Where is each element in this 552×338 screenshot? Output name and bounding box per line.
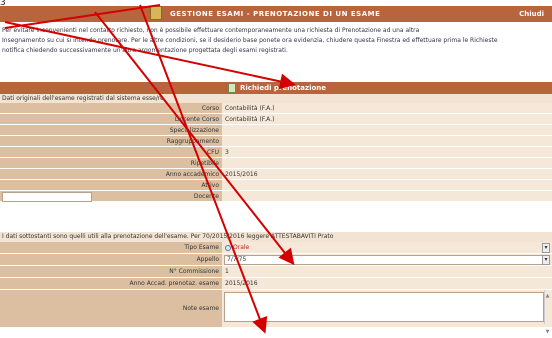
exam-label: CFU — [0, 147, 222, 157]
exam-row: Ripetibile — [0, 158, 552, 169]
request-link[interactable]: Richiedi prenotazione — [240, 84, 326, 92]
exam-label: Corso — [0, 103, 222, 113]
app-logo-icon — [150, 6, 162, 20]
note-label: Note esame — [0, 290, 222, 327]
exam-row: Attivo — [0, 180, 552, 191]
request-section-header: Richiedi prenotazione — [0, 82, 552, 94]
exam-label: Attivo — [0, 180, 222, 190]
exam-value: 3 — [222, 147, 552, 157]
form-note: I dati sottostanti sono quelli utili all… — [0, 232, 552, 242]
exam-value — [222, 180, 552, 190]
exam-row: CFU 3 — [0, 147, 552, 158]
booking-form: Tipo Esame Orale ▾ Appello 7/7/75 ▾ N° C… — [0, 242, 552, 335]
form-row-commissione: N° Commissione 1 — [0, 266, 552, 278]
exam-value: Contabilità (F.A.) — [222, 114, 552, 124]
form-row-anno: Anno Accad. prenotaz. esame 2015/2016 — [0, 278, 552, 290]
orale-radio[interactable] — [225, 244, 231, 251]
page-title: GESTIONE ESAMI - PRENOTAZIONE DI UN ESAM… — [170, 10, 381, 18]
intro-line-3: notifica chiedendo successivamente un'al… — [2, 47, 288, 54]
appello-select[interactable]: 7/7/75 — [224, 255, 544, 265]
commissione-value: 1 — [222, 266, 552, 277]
tipo-esame-label: Tipo Esame — [0, 242, 222, 253]
appello-value: 7/7/75 ▾ — [222, 254, 552, 265]
exam-value — [222, 136, 552, 146]
exam-label: Anno accademico — [0, 169, 222, 179]
exam-row: Docente Corso Contabilità (F.A.) — [0, 114, 552, 125]
exam-details: Corso Contabilità (F.A.) Docente Corso Con… — [0, 103, 552, 202]
intro-line-2: Insegnamento su cui si intende prenotare… — [2, 37, 498, 44]
close-link[interactable]: Chiudi — [519, 10, 544, 18]
title-bar: GESTIONE ESAMI - PRENOTAZIONE DI UN ESAM… — [0, 6, 552, 22]
docente-field[interactable] — [2, 192, 92, 202]
intro-text: Per evitare inconvenienti nel contatto r… — [2, 26, 552, 56]
chevron-down-icon[interactable]: ▾ — [542, 243, 550, 253]
exam-row: Docente — [0, 191, 552, 202]
exam-value — [222, 125, 552, 135]
exam-row: Specializzazione — [0, 125, 552, 136]
document-icon — [228, 83, 236, 93]
exam-value: 2015/2016 — [222, 169, 552, 179]
chevron-down-icon[interactable]: ▾ — [542, 255, 550, 265]
orale-option-label: Orale — [233, 244, 250, 251]
exam-value — [222, 158, 552, 168]
exam-label: Ripetibile — [0, 158, 222, 168]
exam-value: Contabilità (F.A.) — [222, 103, 552, 113]
note-scrollbar[interactable]: ▲ ▼ — [544, 290, 550, 335]
appello-label: Appello — [0, 254, 222, 265]
intro-line-1: Per evitare inconvenienti nel contatto r… — [2, 27, 420, 34]
note-textarea[interactable] — [224, 292, 544, 322]
commissione-label: N° Commissione — [0, 266, 222, 277]
exam-label: Docente Corso — [0, 114, 222, 124]
form-row-tipo-esame: Tipo Esame Orale ▾ — [0, 242, 552, 254]
exam-label: Raggruppamento — [0, 136, 222, 146]
exam-value — [2, 191, 552, 202]
exam-label: Specializzazione — [0, 125, 222, 135]
section-subheading: Dati originali dell'esame registrati dal… — [0, 94, 552, 103]
note-value: ▲ ▼ — [222, 290, 552, 335]
form-row-note: Note esame ▲ ▼ — [0, 290, 552, 335]
tipo-esame-value: Orale ▾ — [222, 242, 552, 253]
exam-row: Corso Contabilità (F.A.) — [0, 103, 552, 114]
exam-row: Raggruppamento — [0, 136, 552, 147]
anno-label: Anno Accad. prenotaz. esame — [0, 278, 222, 289]
exam-row: Anno accademico 2015/2016 — [0, 169, 552, 180]
form-row-appello: Appello 7/7/75 ▾ — [0, 254, 552, 266]
anno-value: 2015/2016 — [222, 278, 552, 289]
